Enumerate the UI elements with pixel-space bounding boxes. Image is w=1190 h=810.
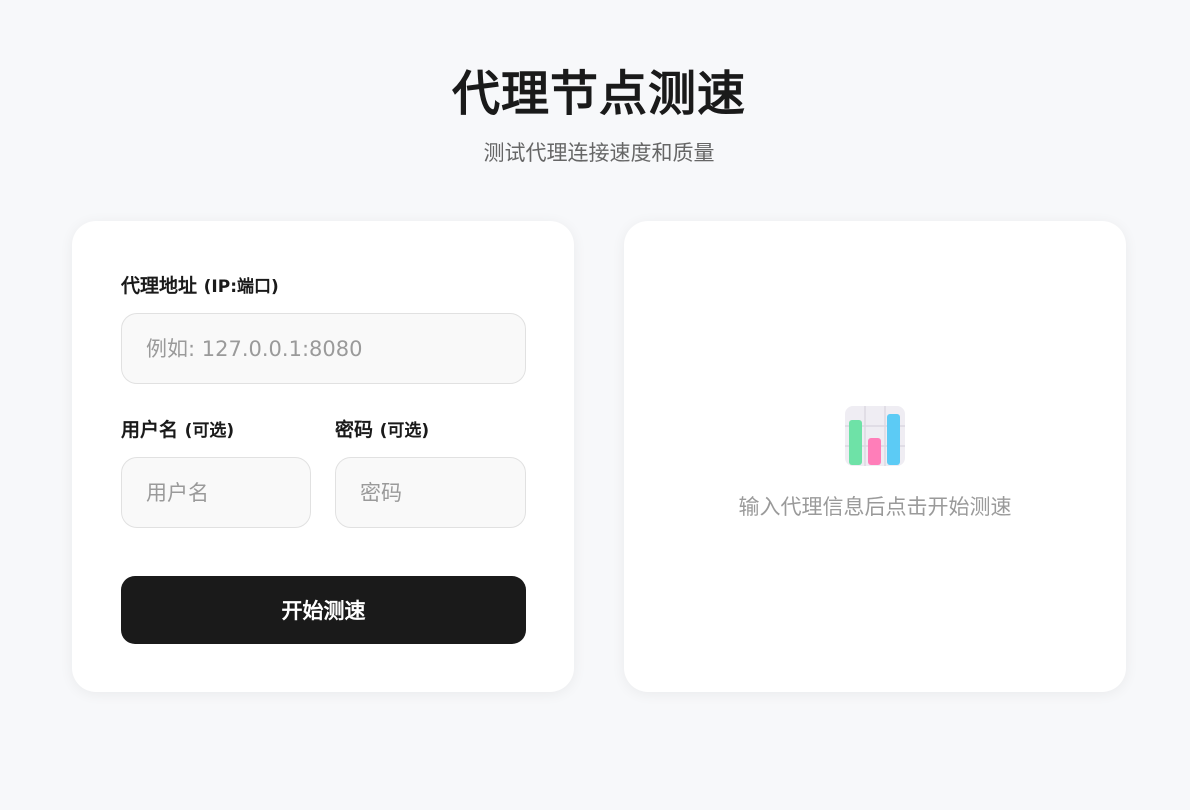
page-title: 代理节点测速 bbox=[451, 66, 746, 122]
result-card: 输入代理信息后点击开始测速 bbox=[624, 221, 1126, 692]
password-label: 密码 (可选) bbox=[335, 416, 429, 445]
start-speed-test-button[interactable]: 开始测速 bbox=[121, 576, 526, 644]
bar-chart-icon bbox=[845, 406, 905, 466]
password-hint: (可选) bbox=[379, 421, 430, 441]
proxy-form-card: 代理地址 (IP:端口) 用户名 (可选) 密码 (可选) 开始测速 bbox=[72, 221, 574, 692]
username-hint: (可选) bbox=[184, 421, 235, 441]
username-input[interactable] bbox=[121, 457, 311, 528]
password-input[interactable] bbox=[335, 457, 526, 528]
password-label-text: 密码 bbox=[335, 419, 374, 441]
username-label-text: 用户名 bbox=[121, 419, 179, 441]
proxy-address-label-text: 代理地址 bbox=[121, 275, 198, 297]
proxy-address-label: 代理地址 (IP:端口) bbox=[121, 272, 279, 301]
proxy-address-hint: (IP:端口) bbox=[203, 277, 279, 297]
proxy-address-input[interactable] bbox=[121, 313, 526, 384]
username-label: 用户名 (可选) bbox=[121, 416, 234, 445]
page-subtitle: 测试代理连接速度和质量 bbox=[483, 141, 715, 165]
empty-state-message: 输入代理信息后点击开始测速 bbox=[738, 495, 1012, 519]
